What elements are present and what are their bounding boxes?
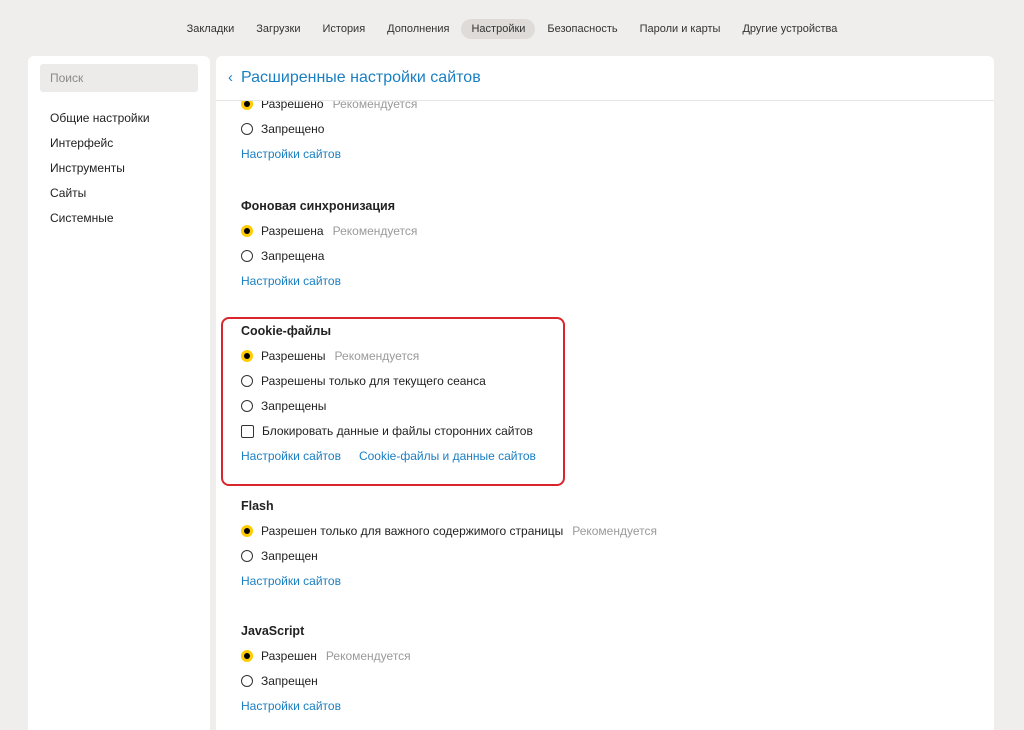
tab-extensions[interactable]: Дополнения [377,19,459,39]
site-settings-link[interactable]: Настройки сайтов [241,574,341,588]
section-javascript: JavaScript Разрешен Рекомендуется Запрещ… [241,624,411,724]
option-label: Запрещен [261,549,318,563]
sidebar-item-sites[interactable]: Сайты [50,185,150,210]
site-settings-link[interactable]: Настройки сайтов [241,699,341,713]
sidebar-item-general[interactable]: Общие настройки [50,110,150,135]
sidebar-item-tools[interactable]: Инструменты [50,160,150,185]
option-label: Разрешен только для важного содержимого … [261,524,564,538]
links-row: Настройки сайтов [241,574,657,599]
radio-selected-icon[interactable] [241,525,253,537]
tab-passwords-cards[interactable]: Пароли и карты [630,19,731,39]
option-label: Запрещена [261,249,325,263]
section-title: Фоновая синхронизация [241,199,396,213]
tab-downloads[interactable]: Загрузки [246,19,310,39]
links-row: Настройки сайтов [241,147,417,172]
page-title: Расширенные настройки сайтов [241,69,481,86]
links-row: Настройки сайтов [241,274,417,299]
option-label: Запрещено [261,122,325,136]
section-title: JavaScript [241,624,305,638]
option-label: Разрешен [261,649,317,663]
recommended-label: Рекомендуется [325,649,411,663]
sidebar-item-system[interactable]: Системные [50,210,150,235]
tab-history[interactable]: История [313,19,376,39]
tab-bookmarks[interactable]: Закладки [177,19,245,39]
radio-unselected-icon[interactable] [241,550,253,562]
section-top: Разрешено Рекомендуется Запрещено Настро… [241,97,417,172]
radio-unselected-icon[interactable] [241,675,253,687]
sidebar: Общие настройки Интерфейс Инструменты Са… [28,56,210,730]
sidebar-nav: Общие настройки Интерфейс Инструменты Са… [50,110,150,235]
radio-option-denied[interactable]: Запрещено [241,122,417,147]
page-header: ‹ Расширенные настройки сайтов [216,56,994,101]
section-flash: Flash Разрешен только для важного содерж… [241,499,657,599]
tab-settings[interactable]: Настройки [461,19,536,39]
radio-option-denied[interactable]: Запрещена [241,249,417,274]
back-chevron-icon[interactable]: ‹ [228,69,233,87]
site-settings-link[interactable]: Настройки сайтов [241,274,341,288]
links-row: Настройки сайтов [241,699,411,724]
radio-selected-icon[interactable] [241,650,253,662]
sidebar-item-interface[interactable]: Интерфейс [50,135,150,160]
search-input[interactable] [40,64,198,92]
radio-option-denied[interactable]: Запрещен [241,549,657,574]
section-background-sync: Фоновая синхронизация Разрешена Рекоменд… [241,199,417,299]
radio-unselected-icon[interactable] [241,123,253,135]
top-navigation: Закладки Загрузки История Дополнения Нас… [0,18,1024,40]
radio-option-denied[interactable]: Запрещен [241,674,411,699]
radio-selected-icon[interactable] [241,225,253,237]
cookie-section-highlight [221,317,565,486]
section-title: Flash [241,499,274,513]
radio-option-allowed[interactable]: Разрешена Рекомендуется [241,224,417,249]
site-settings-link[interactable]: Настройки сайтов [241,147,341,161]
tab-other-devices[interactable]: Другие устройства [732,19,847,39]
recommended-label: Рекомендуется [332,224,418,238]
radio-unselected-icon[interactable] [241,250,253,262]
radio-option-allowed[interactable]: Разрешен Рекомендуется [241,649,411,674]
radio-option-important-only[interactable]: Разрешен только для важного содержимого … [241,524,657,549]
option-label: Разрешена [261,224,324,238]
option-label: Запрещен [261,674,318,688]
tab-security[interactable]: Безопасность [537,19,627,39]
recommended-label: Рекомендуется [572,524,657,538]
